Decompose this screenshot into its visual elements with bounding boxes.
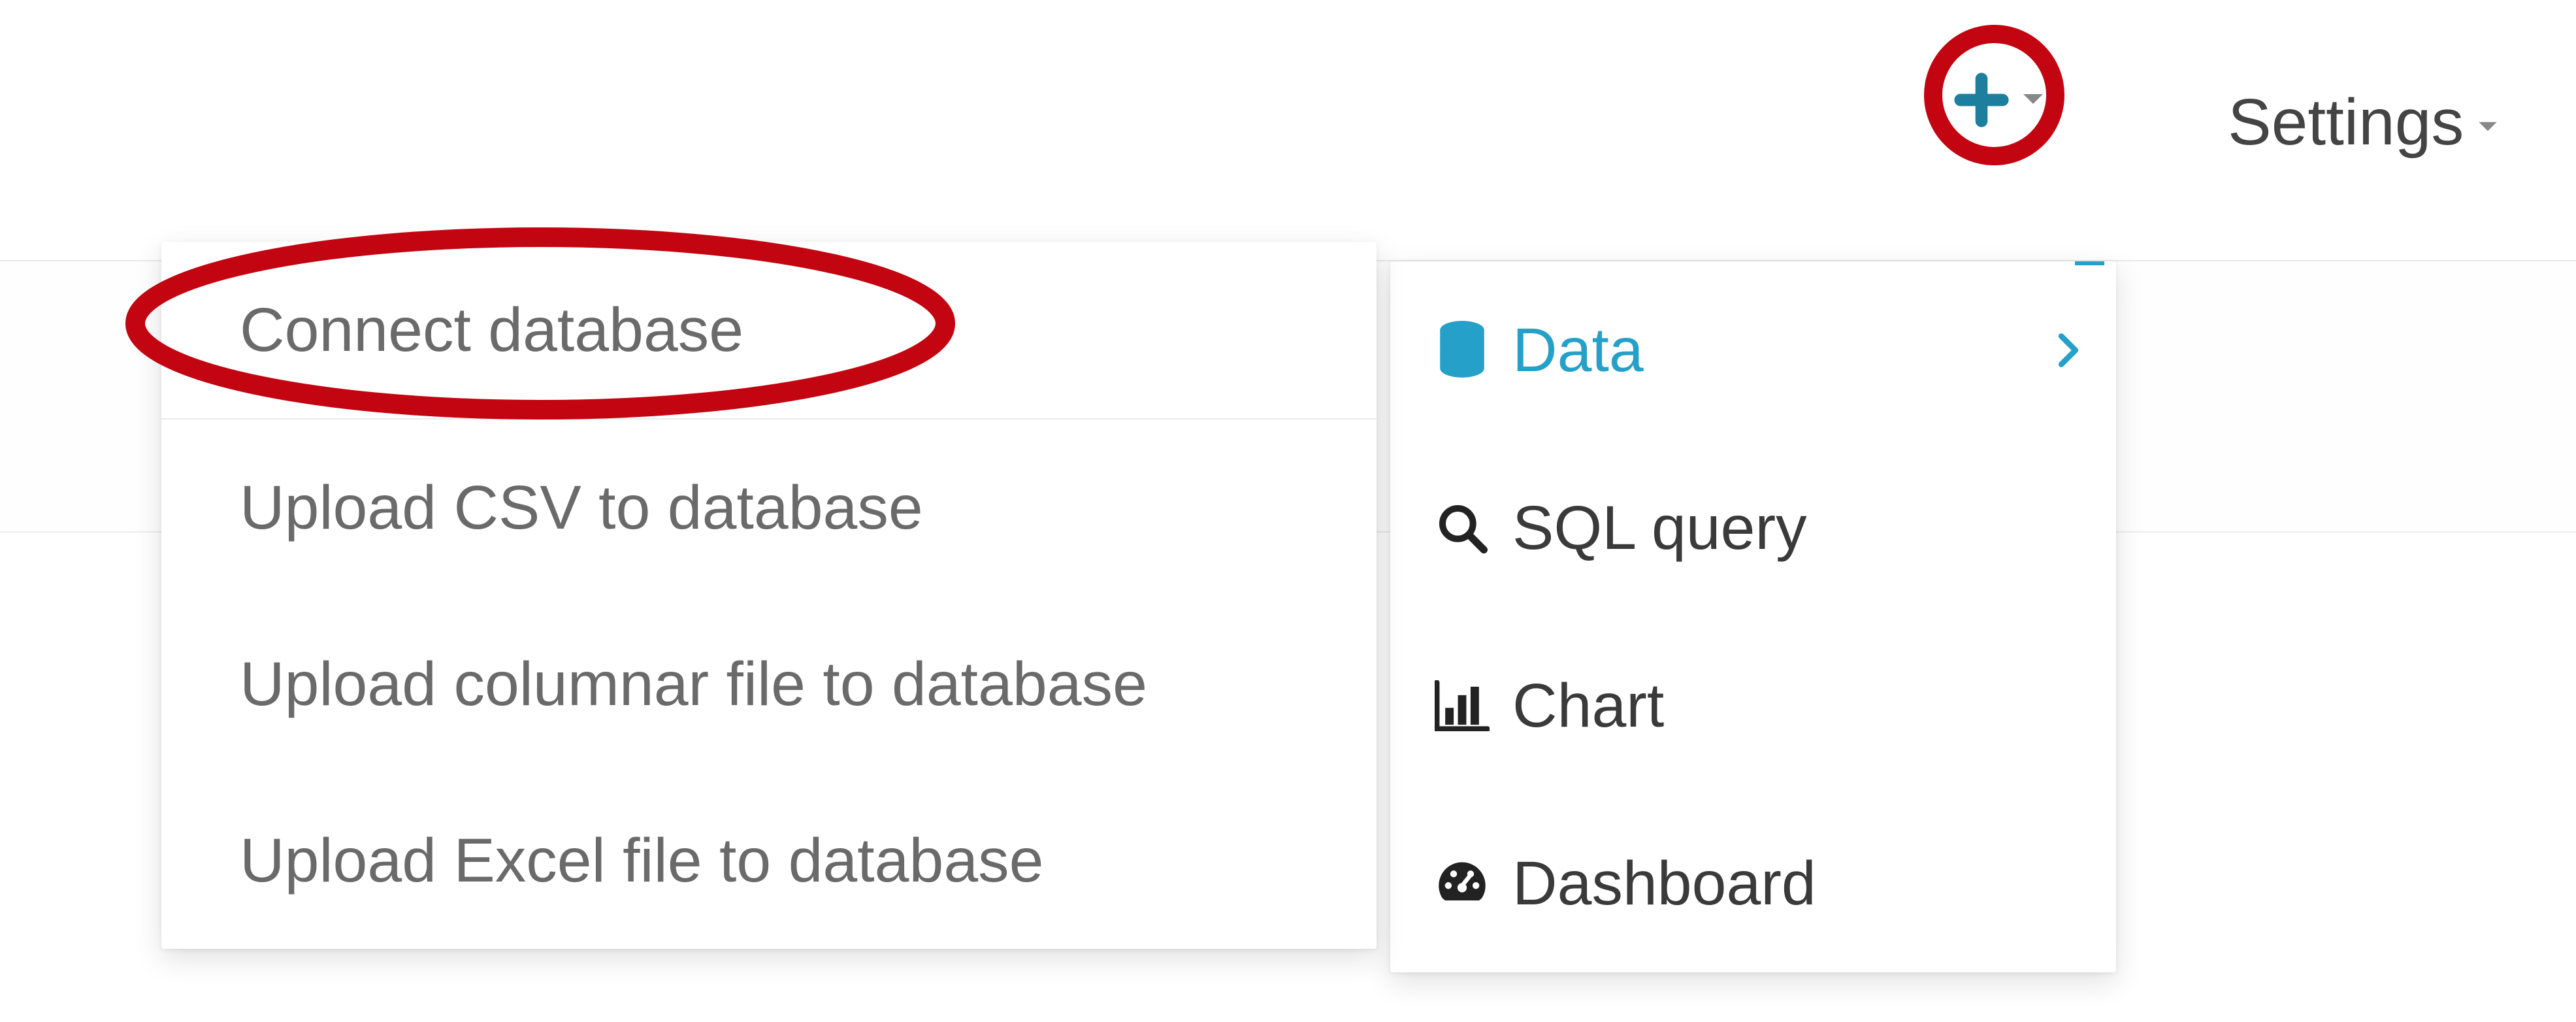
- submenu-item-label: Upload columnar file to database: [240, 649, 1147, 720]
- settings-label: Settings: [2228, 85, 2464, 160]
- submenu-item-upload-columnar[interactable]: Upload columnar file to database: [161, 596, 1377, 772]
- submenu-item-connect-database[interactable]: Connect database: [161, 242, 1377, 418]
- plus-icon: [1953, 72, 2010, 128]
- submenu-item-upload-csv[interactable]: Upload CSV to database: [161, 420, 1377, 596]
- bar-chart-icon: [1426, 680, 1498, 731]
- menu-item-chart[interactable]: Chart: [1390, 617, 2116, 795]
- submenu-item-label: Upload CSV to database: [240, 472, 923, 544]
- menu-item-label: Data: [1512, 315, 2057, 386]
- submenu-item-upload-excel[interactable]: Upload Excel file to database: [161, 772, 1377, 949]
- submenu-item-label: Connect database: [240, 295, 743, 366]
- database-icon: [1426, 321, 1498, 380]
- menu-item-dashboard[interactable]: Dashboard: [1390, 795, 2116, 972]
- caret-down-icon: [2021, 92, 2045, 108]
- search-icon: [1426, 502, 1498, 554]
- plus-dropdown-menu: Data SQL query Chart: [1390, 261, 2116, 972]
- menu-item-label: Dashboard: [1512, 848, 2080, 919]
- plus-dropdown-container: [1947, 39, 2051, 161]
- submenu-item-label: Upload Excel file to database: [240, 825, 1044, 897]
- menu-item-label: SQL query: [1512, 493, 2080, 564]
- menu-item-sql-query[interactable]: SQL query: [1390, 439, 2116, 617]
- top-bar: [0, 0, 2576, 261]
- settings-dropdown-button[interactable]: Settings: [2228, 85, 2499, 160]
- menu-item-data[interactable]: Data: [1390, 261, 2116, 439]
- chevron-right-icon: [2057, 331, 2080, 370]
- data-submenu: Connect database Upload CSV to database …: [161, 242, 1377, 949]
- menu-item-label: Chart: [1512, 670, 2080, 742]
- plus-dropdown-button[interactable]: [1947, 39, 2051, 161]
- gauge-icon: [1426, 858, 1498, 909]
- caret-down-icon: [2477, 120, 2499, 135]
